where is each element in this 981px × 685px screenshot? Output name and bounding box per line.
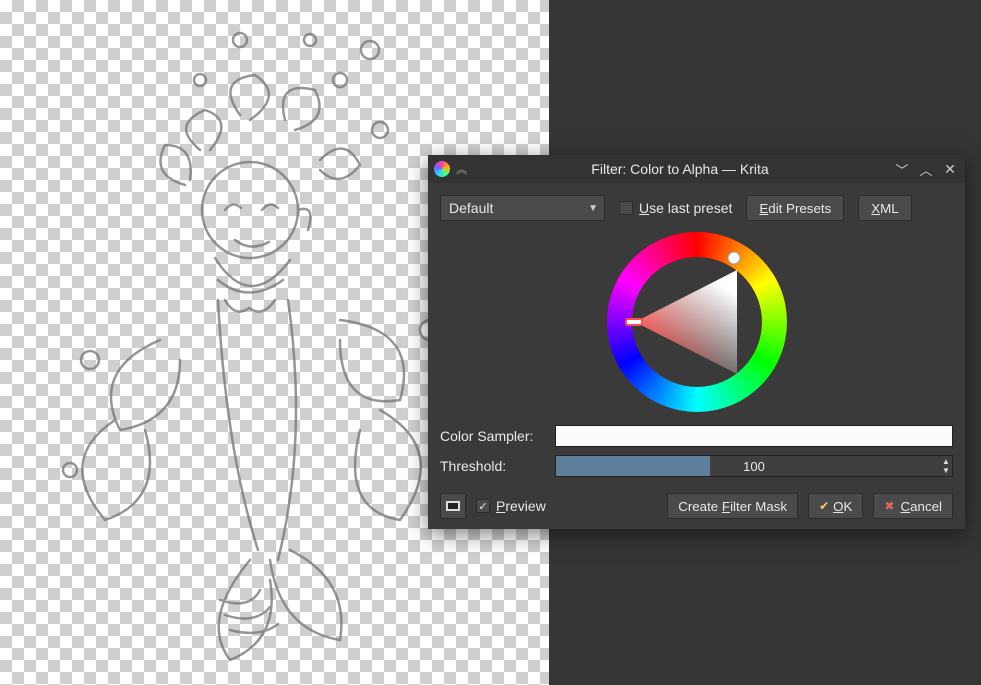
preview-checkbox[interactable]: ✓ Preview — [476, 498, 546, 514]
xml-label: XML — [871, 201, 898, 216]
spin-down-icon: ▼ — [941, 466, 951, 475]
use-last-preset-label: Use last preset — [639, 200, 732, 216]
shade-icon[interactable]: ︽ — [456, 161, 467, 177]
edit-presets-button[interactable]: Edit Presets — [746, 195, 844, 221]
checkbox-icon — [619, 201, 633, 215]
cancel-icon: ✖ — [884, 499, 894, 513]
dialog-body: Default ▼ Use last preset Edit Presets X… — [428, 183, 965, 529]
close-icon[interactable]: ✕ — [941, 161, 959, 178]
titlebar[interactable]: ︽ Filter: Color to Alpha — Krita ﹀ ︿ ✕ — [428, 155, 965, 183]
color-sampler-label: Color Sampler: — [440, 428, 545, 444]
preview-label: Preview — [496, 498, 546, 514]
mask-preview-icon — [446, 501, 460, 511]
mask-preview-toggle[interactable] — [440, 493, 466, 519]
preset-dropdown[interactable]: Default ▼ — [440, 195, 605, 221]
create-filter-mask-button[interactable]: Create Filter Mask — [667, 493, 798, 519]
ok-label: OK — [833, 499, 852, 514]
color-sampler-row: Color Sampler: — [440, 425, 953, 447]
ok-button[interactable]: ✔ OK — [808, 493, 863, 519]
maximize-icon[interactable]: ︿ — [917, 160, 935, 179]
threshold-value: 100 — [556, 459, 952, 474]
preset-dropdown-value: Default — [449, 200, 493, 216]
threshold-row: Threshold: 100 ▲▼ — [440, 455, 953, 477]
checkbox-checked-icon: ✓ — [476, 499, 490, 513]
threshold-label: Threshold: — [440, 458, 545, 474]
dialog-footer: ✓ Preview Create Filter Mask ✔ OK ✖ Canc… — [440, 493, 953, 519]
chevron-down-icon: ▼ — [588, 203, 598, 214]
ring-handle[interactable] — [728, 252, 740, 264]
threshold-spin[interactable]: ▲▼ — [941, 457, 951, 475]
filter-dialog: ︽ Filter: Color to Alpha — Krita ﹀ ︿ ✕ D… — [428, 155, 965, 529]
threshold-slider[interactable]: 100 ▲▼ — [555, 455, 953, 477]
cancel-label: Cancel — [900, 499, 942, 514]
spin-up-icon: ▲ — [941, 457, 951, 466]
edit-presets-label: Edit Presets — [759, 201, 831, 216]
color-wheel-picker[interactable] — [440, 231, 953, 413]
color-sampler-field[interactable] — [555, 425, 953, 447]
minimize-icon[interactable]: ﹀ — [893, 160, 911, 179]
triangle-handle[interactable] — [626, 319, 642, 325]
ok-icon: ✔ — [819, 499, 829, 513]
color-wheel-svg — [606, 231, 788, 413]
preset-toolbar: Default ▼ Use last preset Edit Presets X… — [440, 195, 953, 221]
use-last-preset-checkbox[interactable]: Use last preset — [619, 200, 732, 216]
create-filter-mask-label: Create Filter Mask — [678, 499, 787, 514]
krita-app-icon — [434, 161, 450, 177]
dialog-title: Filter: Color to Alpha — Krita — [473, 161, 887, 177]
xml-button[interactable]: XML — [858, 195, 911, 221]
cancel-button[interactable]: ✖ Cancel — [873, 493, 953, 519]
